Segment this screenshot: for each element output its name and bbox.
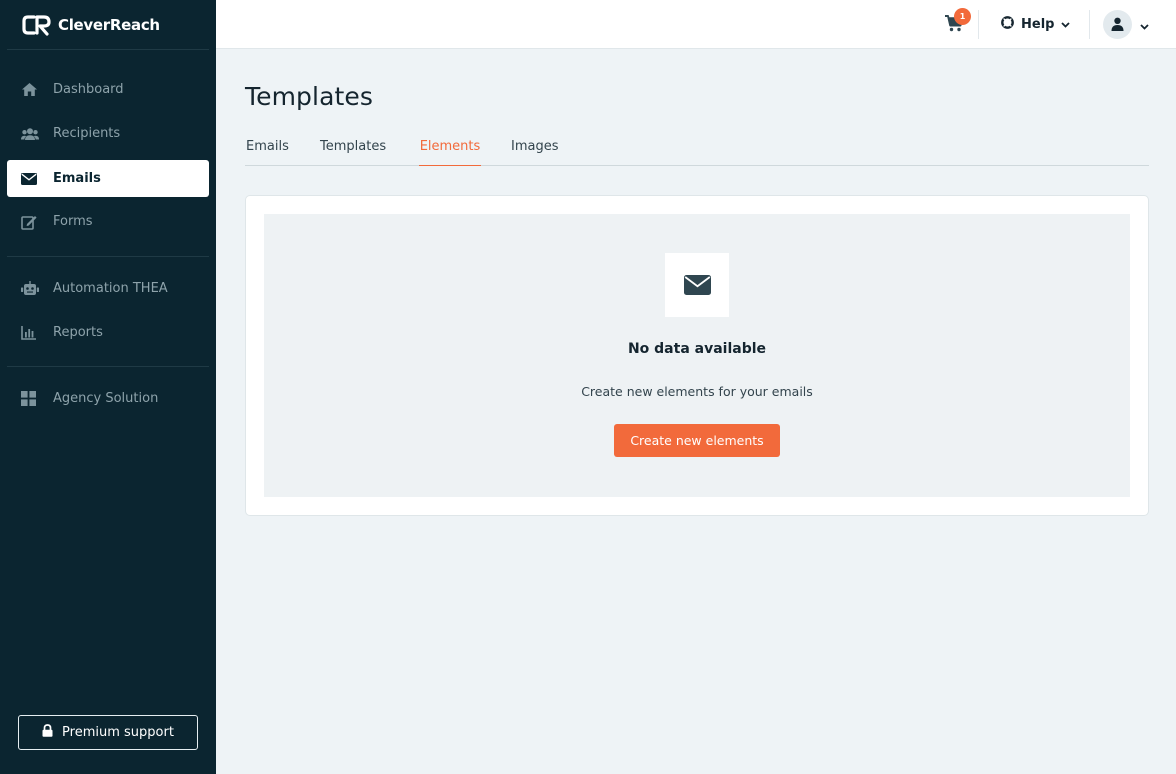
chevron-down-icon — [1140, 15, 1149, 34]
sidebar-item-emails[interactable]: Emails — [7, 160, 209, 197]
empty-state-subtitle: Create new elements for your emails — [581, 384, 813, 399]
cart-count-badge: 1 — [954, 8, 971, 25]
top-bar: 1 Help — [216, 0, 1176, 49]
cleverreach-logo[interactable]: CleverReach — [22, 13, 160, 37]
sidebar-item-label: Dashboard — [53, 82, 124, 97]
empty-state: No data available Create new elements fo… — [264, 214, 1130, 497]
header-divider — [978, 10, 979, 39]
user-icon — [1111, 17, 1124, 31]
sidebar-item-forms[interactable]: Forms — [7, 203, 209, 240]
logo-mark-icon — [22, 15, 51, 36]
envelope-icon — [7, 172, 53, 185]
lock-icon — [42, 724, 53, 741]
tab-elements[interactable]: Elements — [419, 139, 481, 166]
logo-text: CleverReach — [58, 16, 160, 34]
user-menu[interactable] — [1103, 9, 1149, 39]
help-label: Help — [1021, 16, 1055, 32]
sidebar-item-label: Recipients — [53, 126, 121, 141]
edit-icon — [7, 214, 53, 230]
sidebar-item-label: Agency Solution — [53, 391, 159, 406]
sidebar-item-label: Emails — [53, 171, 101, 186]
tab-images[interactable]: Images — [511, 139, 559, 166]
sidebar-item-automation-thea[interactable]: Automation THEA — [7, 270, 209, 307]
robot-icon — [7, 281, 53, 296]
page-title: Templates — [245, 82, 373, 111]
sidebar-item-agency-solution[interactable]: Agency Solution — [7, 380, 209, 417]
help-menu[interactable]: Help — [1001, 14, 1071, 34]
sidebar-item-reports[interactable]: Reports — [7, 314, 209, 351]
sidebar: CleverReach Dashboard Recipients Emails … — [0, 0, 216, 774]
tab-templates[interactable]: Templates — [320, 139, 386, 166]
chart-icon — [7, 325, 53, 340]
tab-bar: Emails Templates Elements Images — [245, 139, 1149, 166]
chevron-down-icon — [1061, 17, 1071, 32]
envelope-icon — [683, 275, 711, 295]
home-icon — [7, 82, 53, 97]
sidebar-divider — [7, 366, 209, 367]
premium-support-button[interactable]: Premium support — [18, 715, 198, 750]
tab-emails[interactable]: Emails — [246, 139, 289, 166]
sidebar-item-recipients[interactable]: Recipients — [7, 115, 209, 152]
grid-icon — [7, 391, 53, 406]
sidebar-item-label: Reports — [53, 325, 103, 340]
users-icon — [7, 127, 53, 141]
empty-state-icon-box — [665, 253, 729, 317]
sidebar-divider — [7, 49, 209, 50]
sidebar-item-dashboard[interactable]: Dashboard — [7, 71, 209, 108]
create-new-elements-button[interactable]: Create new elements — [614, 424, 780, 457]
empty-state-title: No data available — [627, 341, 767, 357]
premium-support-label: Premium support — [62, 725, 174, 740]
lifebuoy-icon — [1001, 15, 1014, 33]
sidebar-divider — [7, 256, 209, 257]
sidebar-item-label: Automation THEA — [53, 281, 168, 296]
header-divider — [1089, 10, 1090, 39]
avatar — [1103, 9, 1132, 39]
sidebar-item-label: Forms — [53, 214, 93, 229]
content-card: No data available Create new elements fo… — [245, 195, 1149, 516]
